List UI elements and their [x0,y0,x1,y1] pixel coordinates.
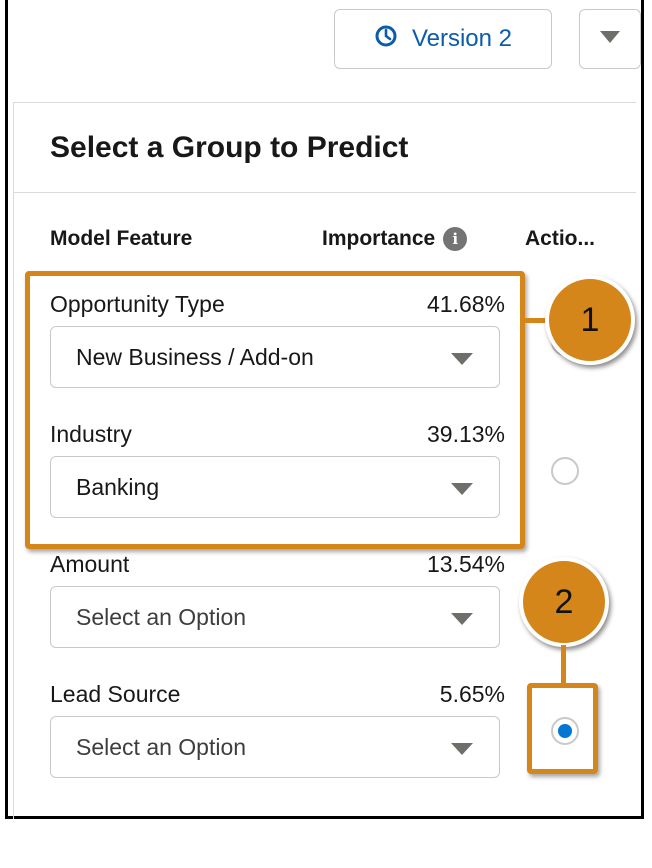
panel-divider [14,192,636,193]
callout-box-1 [25,271,525,549]
top-toolbar: Version 2 [8,0,641,103]
lead-source-select[interactable]: Select an Option [50,716,500,778]
callout-badge-1: 1 [545,275,635,365]
caret-down-icon [451,743,473,755]
amount-select[interactable]: Select an Option [50,586,500,648]
column-header-action: Actio... [525,227,596,250]
feature-name: Lead Source [50,681,181,707]
clock-icon [374,24,398,55]
version-button[interactable]: Version 2 [334,9,552,69]
more-options-button[interactable] [579,9,641,69]
callout-connector-2 [561,645,566,685]
chevron-down-icon [599,30,621,49]
feature-importance: 5.65% [439,681,505,707]
importance-label: Importance [322,227,436,250]
select-placeholder: Select an Option [76,733,247,760]
select-placeholder: Select an Option [76,603,247,630]
column-header-importance: Importance i [322,227,468,252]
version-label: Version 2 [411,25,513,52]
panel-title: Select a Group to Predict [50,131,409,164]
feature-importance: 13.54% [426,551,505,577]
column-header-feature: Model Feature [50,227,193,250]
radio-industry[interactable] [551,457,579,485]
callout-badge-2: 2 [519,557,609,647]
caret-down-icon [451,613,473,625]
info-icon[interactable]: i [443,227,468,252]
feature-name: Amount [50,551,130,577]
callout-box-2 [527,683,598,774]
